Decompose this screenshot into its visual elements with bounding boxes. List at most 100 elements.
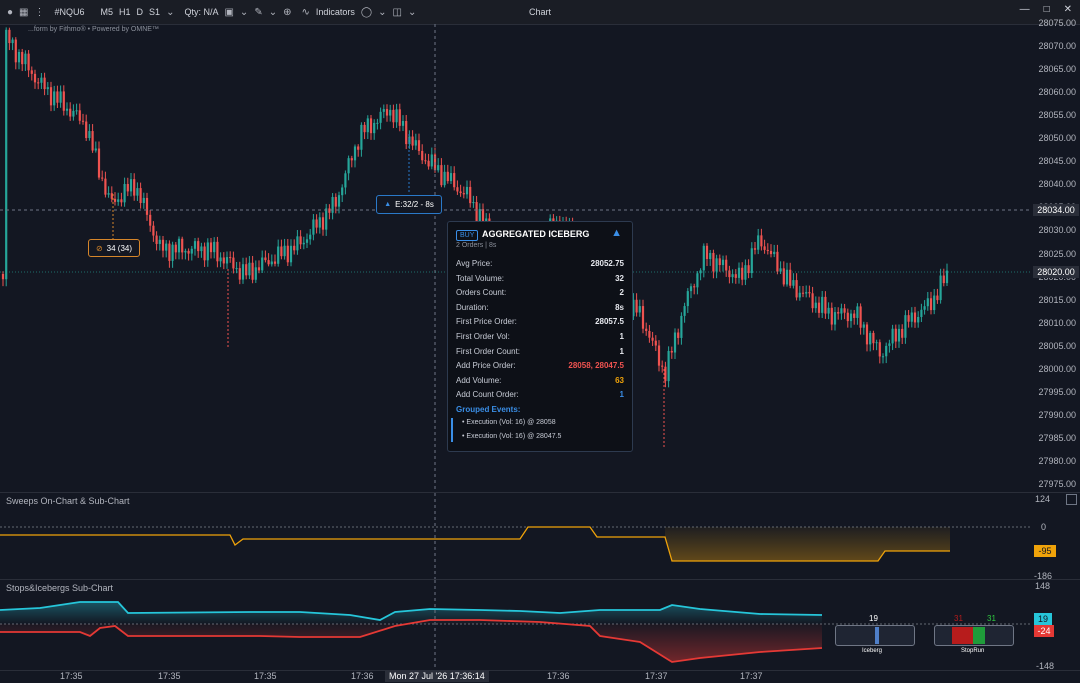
tooltip-row: First Price Order: 28057.5 xyxy=(456,317,624,326)
candle-body xyxy=(705,245,709,260)
candle-body xyxy=(808,292,811,294)
pencil-icon[interactable]: ✎ xyxy=(251,0,265,24)
candle-body xyxy=(773,251,776,255)
crosshair-price-tag: 28034.00 xyxy=(1033,204,1079,216)
price-tick: 27985.00 xyxy=(1038,432,1076,443)
timeframe-h1[interactable]: H1 xyxy=(116,0,134,24)
more-chevron-down-icon[interactable]: ⌄ xyxy=(375,0,389,24)
candle-body xyxy=(97,148,101,178)
indicators-icon[interactable]: ∿ xyxy=(298,0,312,24)
time-label: 17:35 xyxy=(254,671,277,681)
candle-body xyxy=(837,312,840,314)
qty-field[interactable]: Qty: N/A xyxy=(181,0,221,24)
candle-body xyxy=(817,302,821,313)
tooltip-row-value: 63 xyxy=(615,375,624,385)
maximize-icon[interactable]: □ xyxy=(1044,4,1050,15)
candle-body xyxy=(376,122,379,124)
candle-body xyxy=(689,286,693,292)
sweeps-axis[interactable]: 124 0 -186 -95 xyxy=(1032,493,1080,581)
candle-body xyxy=(693,286,696,288)
candle-body xyxy=(472,202,475,204)
iceberg-marker[interactable]: ⊘ 34 (34) xyxy=(88,239,140,257)
sweeps-pane-title: Sweeps On-Chart & Sub-Chart xyxy=(6,496,130,506)
chevron-down-icon[interactable]: ⌄ xyxy=(237,0,251,24)
candle-body xyxy=(46,87,49,90)
candle-body xyxy=(139,188,142,204)
minimize-icon[interactable]: — xyxy=(1020,4,1030,15)
clock-icon[interactable]: ◯ xyxy=(358,0,375,24)
candle-body xyxy=(14,39,17,63)
calendar-icon[interactable]: ▣ xyxy=(221,0,236,24)
sweeps-collapse-button[interactable] xyxy=(1066,494,1077,505)
price-tick: 28065.00 xyxy=(1038,64,1076,75)
candle-body xyxy=(334,197,337,207)
tooltip-row-label: Orders Count: xyxy=(456,288,507,298)
candle-body xyxy=(145,197,149,215)
stoprun-gauge xyxy=(934,625,1014,646)
timeframe-chevron-down-icon[interactable]: ⌄ xyxy=(163,0,177,24)
close-icon[interactable]: ✕ xyxy=(1064,4,1072,15)
candle-body xyxy=(929,298,933,311)
tooltip-title: AGGREGATED ICEBERG xyxy=(482,229,590,239)
candle-body xyxy=(357,146,360,150)
tooltip-row: Add Count Order: 1 xyxy=(456,390,624,399)
candle-body xyxy=(347,158,350,174)
stoprun-left-count: 31 xyxy=(954,614,963,623)
candle-body xyxy=(293,245,296,251)
candle-body xyxy=(59,91,62,103)
candle-body xyxy=(641,306,645,329)
candle-body xyxy=(657,345,661,366)
candle-body xyxy=(113,198,117,202)
iceberg-tooltip: BUY AGGREGATED ICEBERG ▲ 2 Orders | 8s A… xyxy=(447,221,633,452)
events-bar xyxy=(451,418,453,442)
candle-body xyxy=(811,293,814,309)
timeframe-m5[interactable]: M5 xyxy=(98,0,117,24)
candle-body xyxy=(257,267,261,271)
candle-body xyxy=(88,131,91,139)
candle-body xyxy=(165,243,168,251)
zoom-icon[interactable]: ⊕ xyxy=(280,0,294,24)
time-label: 17:35 xyxy=(60,671,83,681)
candle-body xyxy=(405,121,408,145)
sweeps-value-tag: -95 xyxy=(1034,545,1056,557)
candle-body xyxy=(369,118,373,134)
symbol-selector[interactable]: #NQU6 xyxy=(52,0,88,24)
candle-body xyxy=(446,171,449,182)
price-tick: 27975.00 xyxy=(1038,479,1076,489)
buy-badge: BUY xyxy=(456,230,479,241)
candle-body xyxy=(296,236,299,251)
layout-chevron-down-icon[interactable]: ⌄ xyxy=(405,0,419,24)
sweeps-pane[interactable]: Sweeps On-Chart & Sub-Chart xyxy=(0,493,1032,579)
stops-axis[interactable]: 148 -148 19 -24 xyxy=(1032,580,1080,671)
candle-body xyxy=(856,306,859,318)
candle-body xyxy=(120,199,123,203)
draw-chevron-down-icon[interactable]: ⌄ xyxy=(266,0,280,24)
layout-icon[interactable]: ◫ xyxy=(390,0,405,24)
price-axis[interactable]: 28075.00 28070.00 28065.00 28060.00 28055.00… xyxy=(1032,18,1080,492)
candle-body xyxy=(779,268,782,272)
candle-body xyxy=(913,312,917,323)
grouped-event-2: • Execution (Vol: 16) @ 28047.5 xyxy=(462,433,562,440)
iceberg-gauge-fill xyxy=(875,627,879,644)
stops-icebergs-pane[interactable]: Stops&Icebergs Sub-Chart 19 Iceberg 31 3… xyxy=(0,580,1032,670)
timeframe-s1[interactable]: S1 xyxy=(146,0,163,24)
candle-body xyxy=(907,315,910,322)
iceberg-circle-icon: ⊘ xyxy=(95,243,103,253)
candle-body xyxy=(216,241,219,262)
link-icon[interactable]: ▦ xyxy=(16,0,31,24)
candle-body xyxy=(286,245,289,263)
candle-body xyxy=(366,118,369,133)
timeframe-d[interactable]: D xyxy=(134,0,147,24)
execution-marker[interactable]: ▲ E:32/2 - 8s xyxy=(376,195,442,214)
candle-body xyxy=(315,219,318,228)
candle-body xyxy=(181,238,184,253)
candle-body xyxy=(21,51,24,65)
candle-body xyxy=(421,150,424,161)
price-tick: 28070.00 xyxy=(1038,41,1076,52)
indicators-button[interactable]: Indicators xyxy=(313,0,358,24)
menu-icon[interactable]: ⋮ xyxy=(32,0,48,24)
candle-body xyxy=(206,242,209,261)
candle-body xyxy=(273,261,277,264)
candle-body xyxy=(312,219,315,235)
time-axis[interactable]: 17:35 17:35 17:35 17:36 17:36 17:37 17:37 Mon … xyxy=(0,670,1080,683)
